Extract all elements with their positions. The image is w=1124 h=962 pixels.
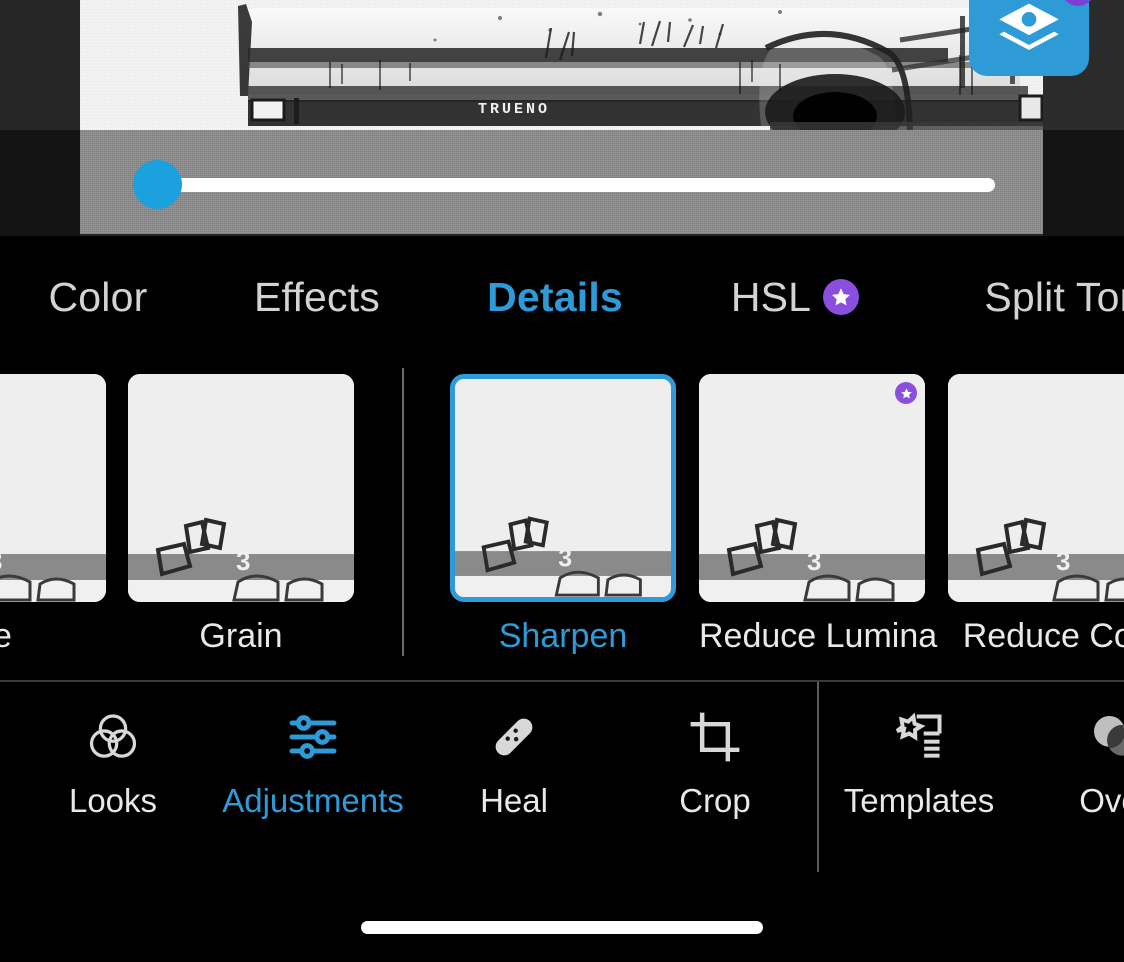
tab-label: Color: [48, 273, 148, 320]
thumbnail-reduce-color-noise[interactable]: 3 Reduce Colo: [948, 374, 1124, 655]
tool-label: Adjustments: [222, 782, 404, 819]
tab-label: Details: [487, 273, 623, 320]
tool-label: Heal: [480, 782, 548, 819]
adjustment-thumbnail-strip[interactable]: 3 de: [0, 358, 1124, 680]
tool-adjustments[interactable]: Adjustments: [213, 704, 413, 820]
photo-editor-screen: TRUENO Color Effects Details HSL Split T…: [0, 0, 1124, 962]
venn-circles-icon: [85, 704, 141, 770]
tool-label: Templates: [843, 782, 995, 819]
thumbnail-label: Reduce Lumina: [699, 617, 938, 655]
thumbnail-label: Reduce Colo: [962, 617, 1124, 655]
thumbnail-photo: 3: [455, 379, 671, 597]
tab-color[interactable]: Color: [28, 236, 168, 358]
category-tabs[interactable]: Color Effects Details HSL Split Tone: [0, 236, 1124, 358]
thumbnail-grain[interactable]: 3 Grain: [128, 374, 354, 655]
thumbnail-sharpen[interactable]: 3 Sharpen: [450, 374, 676, 655]
slider-knob[interactable]: [133, 160, 182, 209]
layers-icon: [999, 3, 1059, 50]
tab-split-tone[interactable]: Split Tone: [955, 236, 1124, 358]
thumbnail-group-divider: [402, 368, 404, 656]
slider-panel: [80, 130, 1043, 234]
layers-button[interactable]: [969, 0, 1095, 76]
templates-icon: [891, 704, 947, 770]
tool-label: Over: [1079, 782, 1124, 819]
thumbnail-photo: 3: [128, 374, 354, 602]
thumbnail-photo: 3: [0, 374, 106, 602]
premium-star-icon: [832, 288, 851, 306]
image-preview-area: TRUENO: [0, 0, 1124, 236]
thumbnail-reduce-luminance-noise[interactable]: 3 Reduce Lumina: [699, 374, 938, 655]
thumbnail-fade[interactable]: 3 de: [0, 374, 106, 655]
crop-icon: [687, 704, 743, 770]
bottom-toolbar[interactable]: Looks Adjustments Heal Crop Templates Ov: [0, 680, 1124, 880]
tab-details[interactable]: Details: [482, 236, 628, 358]
svg-text:3: 3: [1056, 546, 1070, 576]
premium-badge: [823, 279, 860, 315]
thumbnail-label: de: [0, 617, 12, 655]
photo-image: TRUENO: [80, 0, 1043, 130]
tab-label: HSL: [730, 273, 812, 320]
tool-label: Crop: [679, 782, 751, 819]
premium-badge: [895, 382, 917, 404]
tool-heal[interactable]: Heal: [414, 704, 614, 820]
tool-crop[interactable]: Crop: [615, 704, 815, 820]
thumbnail-photo: 3: [948, 374, 1124, 602]
tab-effects[interactable]: Effects: [246, 236, 388, 358]
tool-overlay[interactable]: Over: [1015, 704, 1124, 820]
thumbnail-image: 3: [948, 374, 1124, 602]
slider-track[interactable]: [175, 178, 995, 192]
svg-text:TRUENO: TRUENO: [478, 101, 550, 118]
home-indicator[interactable]: [361, 921, 763, 934]
thumbnail-image: 3: [699, 374, 925, 602]
preview-right-gutter-lower: [1043, 130, 1124, 236]
thumbnail-image: 3: [450, 374, 676, 602]
overlay-icon: [1087, 704, 1124, 770]
bandage-icon: [486, 704, 542, 770]
tab-label: Effects: [254, 273, 380, 320]
svg-text:3: 3: [558, 545, 572, 572]
tool-looks[interactable]: Looks: [13, 704, 213, 820]
tool-templates[interactable]: Templates: [819, 704, 1019, 820]
photo-canvas[interactable]: TRUENO: [80, 0, 1043, 130]
thumbnail-label: Sharpen: [498, 617, 628, 655]
thumbnail-image: 3: [128, 374, 354, 602]
thumbnail-photo: 3: [699, 374, 925, 602]
preview-left-gutter: [0, 130, 80, 236]
svg-text:3: 3: [236, 546, 250, 576]
tool-label: Looks: [68, 782, 158, 819]
svg-text:3: 3: [0, 546, 2, 576]
tab-hsl[interactable]: HSL: [724, 236, 866, 358]
sliders-icon: [285, 704, 341, 770]
thumbnail-label: Grain: [199, 617, 283, 655]
premium-star-icon: [900, 387, 912, 398]
svg-text:3: 3: [807, 546, 821, 576]
thumbnail-image: 3: [0, 374, 106, 602]
tab-label: Split Tone: [984, 273, 1124, 320]
